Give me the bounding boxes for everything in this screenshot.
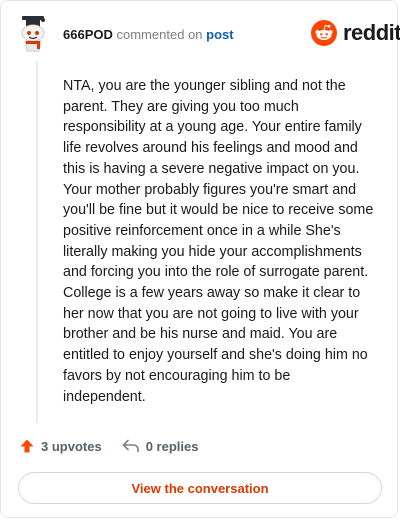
reddit-logo[interactable]: reddit <box>311 20 400 46</box>
username[interactable]: 666POD <box>63 27 113 42</box>
upvote-arrow-icon <box>20 439 34 453</box>
comment-footer: 3 upvotes 0 replies <box>19 438 198 454</box>
reddit-alien-icon <box>311 20 337 46</box>
replies-count: 0 replies <box>145 438 199 454</box>
comment-embed-card: 666POD commented on post reddit NTA, you… <box>0 0 400 518</box>
post-link[interactable]: post <box>206 27 233 42</box>
reply-arrow-icon <box>122 439 139 453</box>
view-conversation-button[interactable]: View the conversation <box>18 472 382 504</box>
avatar[interactable] <box>16 14 56 54</box>
thread-line <box>36 61 38 423</box>
action-text: commented on <box>116 27 203 42</box>
comment-body: NTA, you are the younger sibling and not… <box>63 78 374 405</box>
replies[interactable]: 0 replies <box>122 438 199 454</box>
reddit-wordmark: reddit <box>343 20 400 45</box>
snoo-avatar-icon <box>16 14 56 54</box>
upvotes-count: 3 upvotes <box>41 438 102 454</box>
upvotes[interactable]: 3 upvotes <box>19 438 102 454</box>
comment-header: 666POD commented on post <box>63 27 234 42</box>
